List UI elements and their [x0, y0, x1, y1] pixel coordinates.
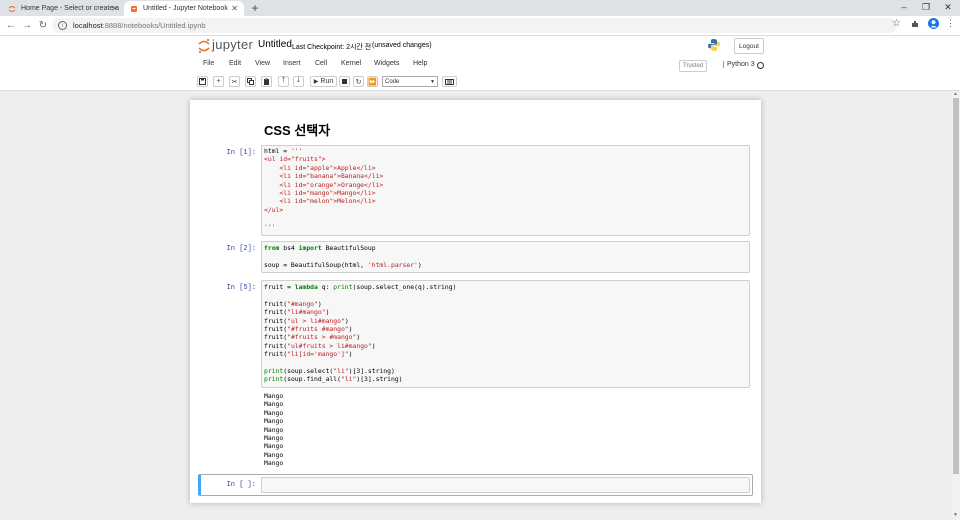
output-line: Mango [264, 417, 284, 426]
menu-kernel[interactable]: Kernel [341, 60, 361, 67]
info-icon[interactable]: i [58, 21, 67, 30]
url-text: localhost:8888/notebooks/Untitled.ipynb [73, 21, 206, 30]
restart-kernel-icon[interactable]: ↻ [353, 76, 364, 87]
jupyter-favicon-icon [8, 5, 16, 13]
markdown-heading[interactable]: CSS 선택자 [264, 120, 330, 139]
notebook-title[interactable]: Untitled [258, 39, 292, 50]
close-tab-icon[interactable]: ✕ [111, 4, 118, 13]
move-down-arrow-icon[interactable]: 🡓 [293, 76, 304, 87]
run-label: Run [320, 78, 334, 85]
toolbar [0, 73, 960, 91]
url-field[interactable]: i localhost:8888/notebooks/Untitled.ipyn… [52, 18, 897, 33]
restart-run-all-icon[interactable]: ⏩ [367, 76, 378, 87]
url-host: localhost [73, 21, 103, 30]
browser-tab-home[interactable]: Home Page - Select or create a ✕ [2, 1, 124, 16]
minimize-button[interactable]: – [892, 0, 916, 14]
cell-output: Mango Mango Mango Mango Mango Mango Mang… [264, 392, 283, 468]
menu-cell[interactable]: Cell [315, 60, 327, 67]
close-window-button[interactable]: ✕ [936, 0, 960, 14]
output-line: Mango [264, 408, 284, 417]
forward-arrow-icon[interactable]: → [20, 17, 34, 33]
extensions-puzzle-icon[interactable] [911, 19, 919, 27]
output-line: Mango [264, 434, 284, 443]
trusted-indicator[interactable]: Trusted [679, 60, 708, 72]
cell-prompt: In [5]: [226, 284, 256, 292]
output-line: Mango [264, 425, 284, 434]
menu-bar [0, 58, 960, 73]
browser-tab-notebook[interactable]: Untitled - Jupyter Notebook ✕ [124, 1, 244, 16]
scroll-up-arrow-icon[interactable]: ▲ [953, 91, 958, 97]
menu-help[interactable]: Help [413, 60, 427, 67]
browser-menu-icon[interactable]: ⋮ [946, 18, 955, 29]
cut-scissors-icon[interactable]: ✂ [229, 76, 240, 87]
menu-file[interactable]: File [203, 60, 214, 67]
close-tab-icon[interactable]: ✕ [231, 4, 238, 13]
code-text: html = ''' <ul id="fruits"> <li id="appl… [264, 147, 384, 231]
browser-tab-title: Home Page - Select or create a [21, 5, 120, 12]
notebook-favicon-icon [130, 5, 138, 13]
kernel-idle-icon [757, 62, 764, 69]
bookmark-star-icon[interactable]: ☆ [892, 18, 901, 29]
kernel-name[interactable]: Python 3 [723, 61, 755, 68]
copy-icon[interactable] [245, 76, 256, 87]
jupyter-header [0, 36, 960, 58]
output-line: Mango [264, 392, 284, 400]
scrollbar-thumb[interactable] [953, 98, 959, 474]
play-icon: ▶ [313, 79, 319, 85]
new-tab-button[interactable]: + [248, 0, 262, 16]
scroll-down-arrow-icon[interactable]: ▼ [953, 512, 958, 518]
restore-button[interactable]: ❐ [914, 0, 938, 14]
output-line: Mango [264, 459, 284, 468]
save-icon[interactable] [197, 76, 208, 87]
menu-widgets[interactable]: Widgets [374, 60, 399, 67]
cell-prompt: In [1]: [226, 149, 256, 157]
command-palette-keyboard-icon[interactable] [442, 76, 457, 87]
interrupt-stop-icon[interactable] [339, 76, 350, 87]
reload-icon[interactable]: ↻ [36, 17, 50, 33]
run-button[interactable]: ▶ Run [310, 76, 337, 87]
python-logo-icon [707, 38, 721, 52]
output-line: Mango [264, 442, 284, 451]
empty-code-input[interactable] [261, 477, 750, 493]
checkpoint-status: Last Checkpoint: 2시간 전 [292, 44, 372, 51]
menu-view[interactable]: View [255, 60, 270, 67]
move-up-arrow-icon[interactable]: 🡑 [278, 76, 289, 87]
jupyter-logo-icon[interactable] [198, 38, 210, 54]
back-arrow-icon[interactable]: ← [4, 17, 18, 33]
output-line: Mango [264, 400, 284, 409]
logout-button[interactable]: Logout [734, 38, 764, 54]
browser-tab-title: Untitled - Jupyter Notebook [143, 5, 228, 12]
paste-icon[interactable] [261, 76, 272, 87]
cell-type-value: Code [385, 78, 400, 85]
cell-type-select[interactable]: Code ▼ [382, 76, 438, 87]
menu-insert[interactable]: Insert [283, 60, 301, 67]
jupyter-logo-text[interactable]: jupyter [212, 37, 253, 52]
unsaved-status: (unsaved changes) [372, 42, 432, 49]
cell-prompt: In [2]: [226, 245, 256, 253]
code-text: fruit = lambda q: print(soup.select_one(… [264, 283, 457, 384]
chevron-down-icon: ▼ [430, 78, 435, 85]
output-line: Mango [264, 450, 284, 459]
url-path: :8888/notebooks/Untitled.ipynb [102, 21, 206, 30]
menu-edit[interactable]: Edit [229, 60, 241, 67]
code-text: from bs4 import BeautifulSoup soup = Bea… [264, 244, 422, 269]
insert-cell-plus-icon[interactable]: + [213, 76, 224, 87]
cell-prompt: In [ ]: [226, 481, 256, 489]
profile-avatar-icon[interactable] [928, 18, 939, 29]
